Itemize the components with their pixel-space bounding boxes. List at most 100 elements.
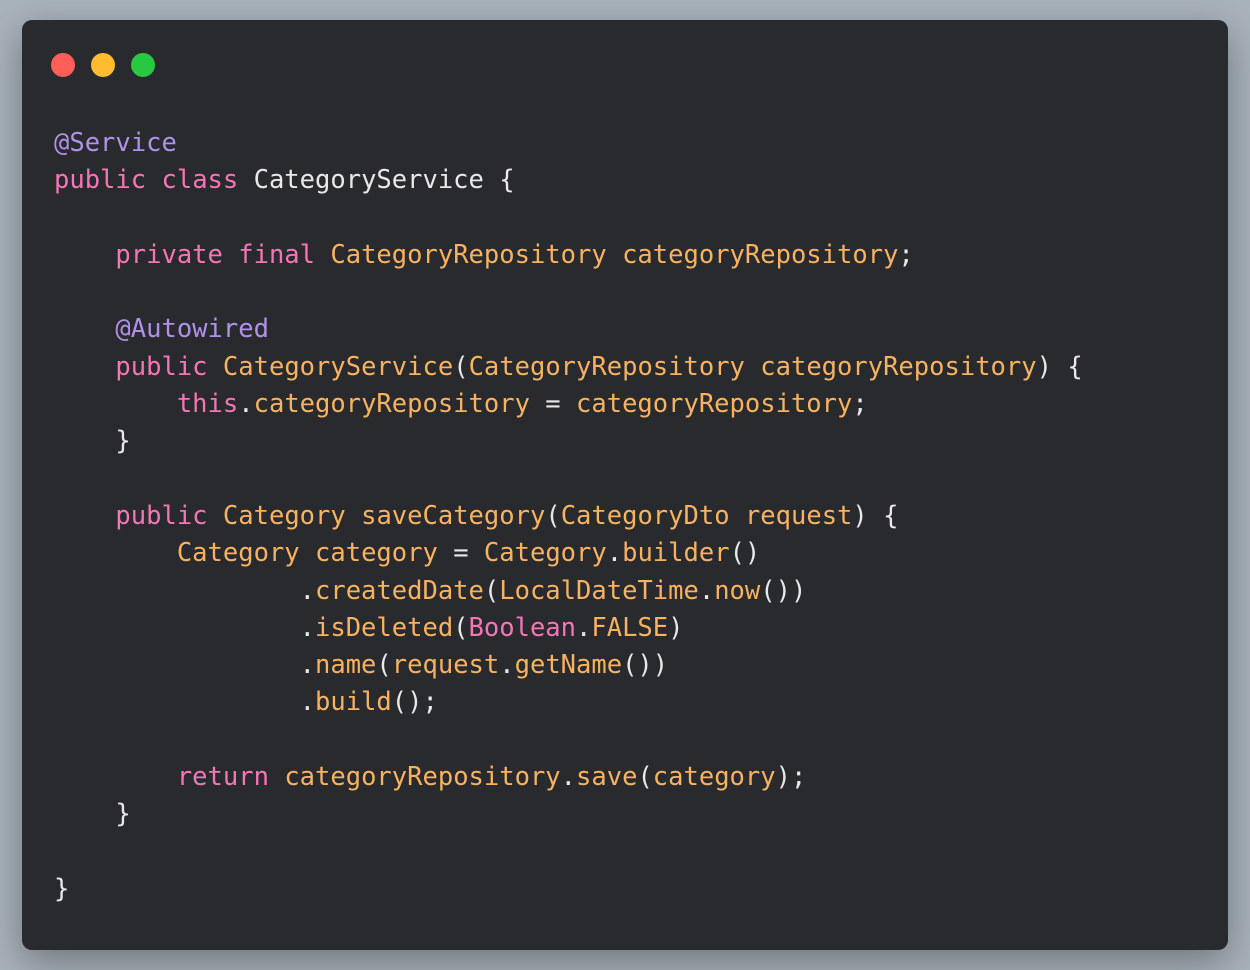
code-line: .isDeleted(Boolean.FALSE) bbox=[54, 610, 1083, 647]
code-token-type: LocalDateTime bbox=[499, 575, 699, 606]
code-token-plain: ( bbox=[376, 650, 392, 681]
code-token-ident: category bbox=[652, 762, 776, 793]
code-token-plain: . bbox=[560, 762, 577, 793]
code-block: @Service public class CategoryService { p… bbox=[54, 125, 1083, 908]
code-token-type: Category bbox=[483, 538, 607, 569]
code-token-plain: . bbox=[54, 650, 315, 681]
code-token-plain: . bbox=[698, 575, 715, 606]
code-token-ident: request bbox=[391, 650, 500, 681]
code-line: .name(request.getName()) bbox=[54, 647, 1083, 684]
code-token-keyword: private bbox=[115, 239, 223, 270]
code-token-type: CategoryDto bbox=[560, 500, 730, 531]
code-token-keyword: final bbox=[238, 239, 316, 270]
code-token-type: CategoryRepository bbox=[468, 351, 745, 382]
code-token-plain: ) bbox=[668, 612, 684, 643]
code-line: } bbox=[54, 796, 1083, 833]
code-line: .createdDate(LocalDateTime.now()) bbox=[54, 573, 1083, 610]
code-token-annotation: @Service bbox=[54, 128, 177, 158]
code-token-plain: . bbox=[54, 612, 315, 643]
code-token-plain: ; bbox=[852, 389, 868, 420]
code-line: this.categoryRepository = categoryReposi… bbox=[54, 386, 1083, 423]
code-token-type: CategoryRepository bbox=[330, 239, 607, 270]
code-token-ident: categoryRepository bbox=[284, 762, 561, 793]
code-token-keyword: public bbox=[54, 165, 147, 196]
code-token-method: CategoryService bbox=[222, 351, 454, 382]
close-button[interactable] bbox=[51, 53, 75, 77]
code-token-plain: ( bbox=[483, 575, 500, 606]
code-token-method: createdDate bbox=[315, 575, 484, 606]
code-token-ident: categoryRepository bbox=[253, 389, 530, 420]
code-token-method: build bbox=[315, 687, 392, 718]
code-token-method: save bbox=[576, 762, 638, 793]
code-line: @Autowired bbox=[54, 311, 1083, 348]
code-token-method: saveCategory bbox=[361, 500, 546, 531]
code-token-plain: ) { bbox=[1036, 351, 1083, 382]
code-token-plain: ()) bbox=[760, 575, 807, 606]
window-controls bbox=[51, 53, 155, 77]
code-token-plain: (); bbox=[391, 687, 438, 718]
code-token-plain: } bbox=[54, 426, 131, 457]
code-token-plain: ) { bbox=[852, 500, 899, 531]
code-line: return categoryRepository.save(category)… bbox=[54, 759, 1083, 796]
code-token-ident: categoryRepository bbox=[622, 239, 899, 270]
code-token-ident: category bbox=[315, 538, 438, 569]
code-token-method: builder bbox=[622, 538, 730, 569]
code-line: } bbox=[54, 871, 1083, 908]
code-token-ident: categoryRepository bbox=[760, 351, 1037, 382]
code-token-plain: CategoryService { bbox=[238, 165, 515, 196]
minimize-button[interactable] bbox=[91, 53, 115, 77]
code-token-method: now bbox=[714, 575, 761, 606]
code-line: } bbox=[54, 423, 1083, 460]
code-line: Category category = Category.builder() bbox=[54, 535, 1083, 572]
code-token-plain: ; bbox=[898, 239, 914, 270]
code-token-ident: FALSE bbox=[591, 612, 669, 643]
code-token-method: isDeleted bbox=[315, 612, 454, 643]
code-token-plain: = bbox=[529, 389, 577, 420]
code-token-keyword: public bbox=[115, 500, 208, 531]
code-line: @Service bbox=[54, 125, 1083, 162]
code-token-plain: . bbox=[606, 538, 623, 569]
code-token-plain: ( bbox=[637, 762, 653, 793]
code-token-plain: . bbox=[54, 687, 315, 718]
code-token-plain: . bbox=[54, 575, 315, 606]
code-line: public class CategoryService { bbox=[54, 162, 1083, 199]
code-token-type: Category bbox=[176, 538, 300, 569]
code-token-plain: ); bbox=[775, 762, 807, 793]
code-token-method: getName bbox=[514, 650, 623, 681]
code-line: public Category saveCategory(CategoryDto… bbox=[54, 498, 1083, 535]
zoom-button[interactable] bbox=[131, 53, 155, 77]
code-token-annotation: @Autowired bbox=[115, 314, 269, 345]
code-line: .build(); bbox=[54, 684, 1083, 721]
code-window: @Service public class CategoryService { p… bbox=[22, 20, 1228, 950]
code-token-method: name bbox=[315, 650, 377, 681]
code-token-plain: } bbox=[54, 873, 70, 904]
code-token-keyword: this bbox=[176, 389, 239, 420]
code-token-plain: } bbox=[54, 799, 131, 830]
code-token-keyword: class bbox=[161, 165, 239, 196]
code-token-plain: ( bbox=[545, 500, 561, 531]
code-token-keyword: return bbox=[176, 762, 269, 793]
code-token-type: Category bbox=[222, 500, 346, 531]
code-token-plain: . bbox=[238, 389, 254, 420]
code-token-keyword: public bbox=[115, 351, 208, 382]
code-token-plain: . bbox=[499, 650, 515, 681]
